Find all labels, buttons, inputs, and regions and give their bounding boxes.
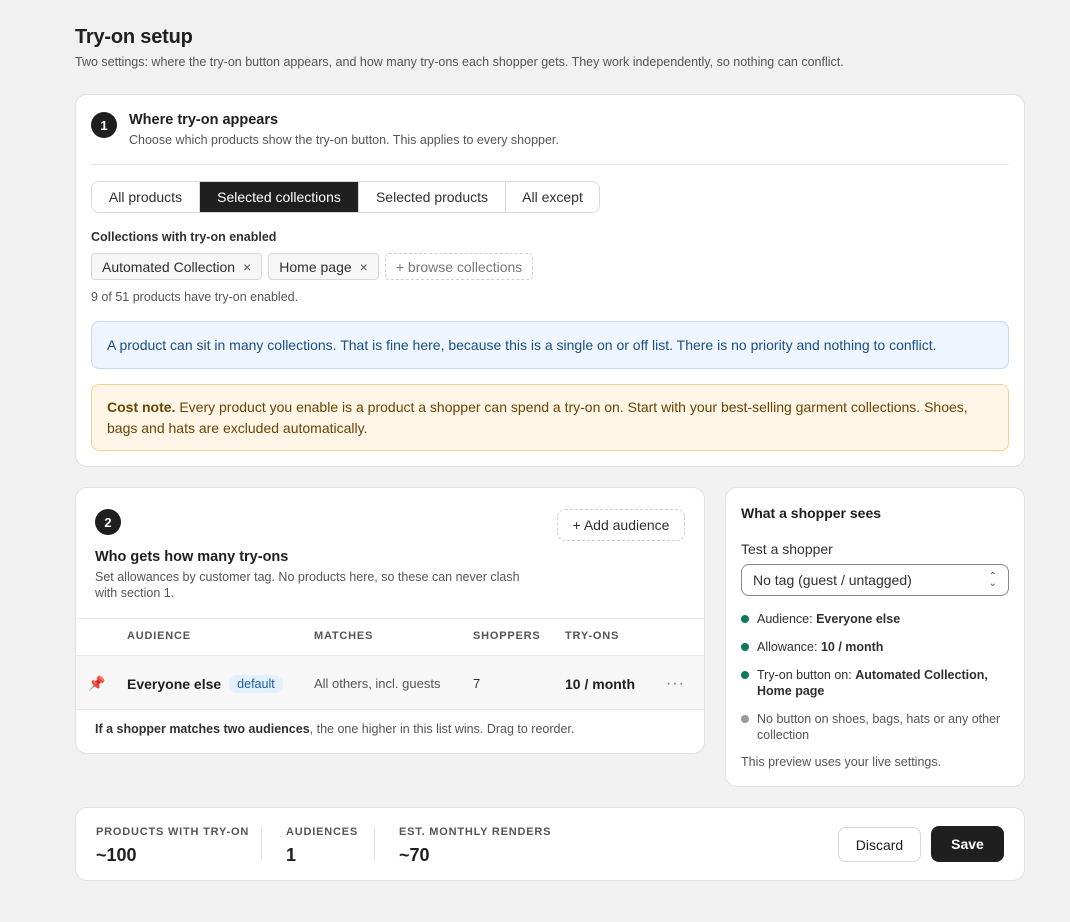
cost-note-banner: Cost note. Every product you enable is a… [91, 384, 1009, 451]
page-subtitle: Two settings: where the try-on button ap… [75, 55, 844, 69]
column-header-audience: AUDIENCE [127, 630, 191, 642]
column-header-matches: MATCHES [314, 630, 374, 642]
pin-icon: 📌 [88, 675, 106, 691]
collection-chips: Automated Collection × Home page × + bro… [91, 253, 534, 280]
preview-item: Allowance: 10 / month [741, 639, 1011, 655]
preview-item: No button on shoes, bags, hats or any ot… [741, 711, 1011, 743]
stat-value: ~100 [96, 845, 137, 865]
chip-label: Home page [279, 258, 352, 275]
section-audiences: 2 + Add audience Who gets how many try-o… [75, 487, 705, 754]
preview-item-value: Everyone else [816, 612, 901, 626]
preview-list: Audience: Everyone else Allowance: 10 / … [741, 611, 1011, 755]
status-dot-icon [741, 643, 749, 651]
browse-collections-button[interactable]: + browse collections [384, 253, 534, 280]
preview-item-text: Try-on button on: Automated Collection, … [757, 667, 1011, 699]
test-shopper-select[interactable]: No tag (guest / untagged) ⌃ ⌄ [741, 564, 1009, 596]
stat-products: PRODUCTS WITH TRY-ON ~100 [96, 826, 249, 866]
preview-item-text: Audience: Everyone else [757, 611, 900, 627]
page-title: Try-on setup [75, 26, 193, 48]
section1-title: Where try-on appears [129, 112, 279, 128]
section2-subtitle: Set allowances by customer tag. No produ… [95, 570, 520, 600]
priority-note-body: , the one higher in this list wins. Drag… [309, 722, 575, 736]
shopper-preview-panel: What a shopper sees Test a shopper No ta… [725, 487, 1025, 787]
preview-title: What a shopper sees [741, 505, 882, 521]
more-actions-icon[interactable]: ··· [666, 656, 685, 711]
preview-item-text: Allowance: 10 / month [757, 639, 883, 655]
add-audience-button[interactable]: + Add audience [557, 509, 685, 541]
status-dot-icon [741, 671, 749, 679]
summary-bar: PRODUCTS WITH TRY-ON ~100 AUDIENCES 1 ES… [75, 807, 1025, 881]
preview-item: Audience: Everyone else [741, 611, 1011, 627]
preview-note: This preview uses your live settings. [741, 755, 942, 769]
info-banner-text: A product can sit in many collections. T… [107, 336, 937, 353]
info-banner: A product can sit in many collections. T… [91, 321, 1009, 369]
remove-chip-icon[interactable]: × [243, 259, 251, 275]
cost-note-strong: Cost note. [107, 398, 176, 415]
stat-audiences: AUDIENCES 1 [286, 826, 358, 866]
preview-item-value: 10 / month [820, 640, 884, 654]
stat-value: ~70 [399, 845, 430, 865]
priority-note-strong: If a shopper matches two audiences [95, 722, 310, 736]
status-dot-icon [741, 615, 749, 623]
save-button[interactable]: Save [931, 826, 1004, 862]
step-number-2: 2 [95, 509, 121, 535]
section1-subtitle: Choose which products show the try-on bu… [129, 133, 559, 147]
table-divider [76, 618, 704, 619]
discard-button[interactable]: Discard [838, 827, 921, 862]
divider [91, 164, 1009, 165]
stat-value: 1 [286, 845, 297, 865]
preview-item-prefix: Try-on button on: [757, 668, 856, 682]
status-dot-icon [741, 715, 749, 723]
cost-note-body: Every product you enable is a product a … [107, 398, 968, 436]
stat-label: AUDIENCES [286, 826, 358, 838]
scope-segmented-control: All products Selected collections Select… [91, 181, 600, 213]
collection-chip: Automated Collection × [91, 253, 263, 280]
test-shopper-label: Test a shopper [741, 541, 833, 557]
default-badge: default [229, 674, 283, 693]
select-chevron-icon: ⌃ ⌄ [988, 571, 997, 589]
step-number-1: 1 [91, 112, 117, 138]
table-row[interactable]: 📌 Everyone else default All others, incl… [76, 655, 704, 710]
column-header-shoppers: SHOPPERS [473, 630, 541, 642]
matches-cell: All others, incl. guests [314, 676, 441, 691]
divider [261, 827, 262, 860]
divider [374, 827, 375, 860]
page-header: Try-on setup Two settings: where the try… [75, 26, 844, 69]
tab-all-except[interactable]: All except [506, 182, 599, 212]
section-where-tryon-appears: 1 Where try-on appears Choose which prod… [75, 94, 1025, 467]
audience-name-cell: Everyone else default [127, 656, 283, 711]
preview-item-prefix: Allowance: [757, 640, 821, 654]
stat-label: EST. MONTHLY RENDERS [399, 826, 552, 838]
tab-selected-products[interactable]: Selected products [359, 182, 506, 212]
column-header-tryons: TRY-ONS [565, 630, 620, 642]
stat-label: PRODUCTS WITH TRY-ON [96, 826, 250, 838]
stat-renders: EST. MONTHLY RENDERS ~70 [399, 826, 551, 866]
tryons-cell: 10 / month [565, 675, 636, 692]
priority-note: If a shopper matches two audiences, the … [95, 722, 574, 736]
collections-field-label: Collections with try-on enabled [91, 230, 277, 244]
preview-item-text: No button on shoes, bags, hats or any ot… [757, 712, 1001, 742]
tab-selected-collections[interactable]: Selected collections [200, 182, 359, 212]
audience-name: Everyone else [127, 675, 222, 692]
chip-label: Automated Collection [102, 258, 236, 275]
shoppers-cell: 7 [473, 676, 481, 691]
select-value: No tag (guest / untagged) [753, 572, 912, 588]
cost-note-text: Cost note. Every product you enable is a… [107, 397, 993, 439]
preview-item: Try-on button on: Automated Collection, … [741, 667, 1011, 699]
product-count-text: 9 of 51 products have try-on enabled. [91, 290, 299, 304]
section2-title: Who gets how many try-ons [95, 549, 289, 565]
preview-item-prefix: Audience: [757, 612, 817, 626]
tab-all-products[interactable]: All products [92, 182, 200, 212]
collection-chip: Home page × [268, 253, 379, 280]
remove-chip-icon[interactable]: × [360, 259, 368, 275]
